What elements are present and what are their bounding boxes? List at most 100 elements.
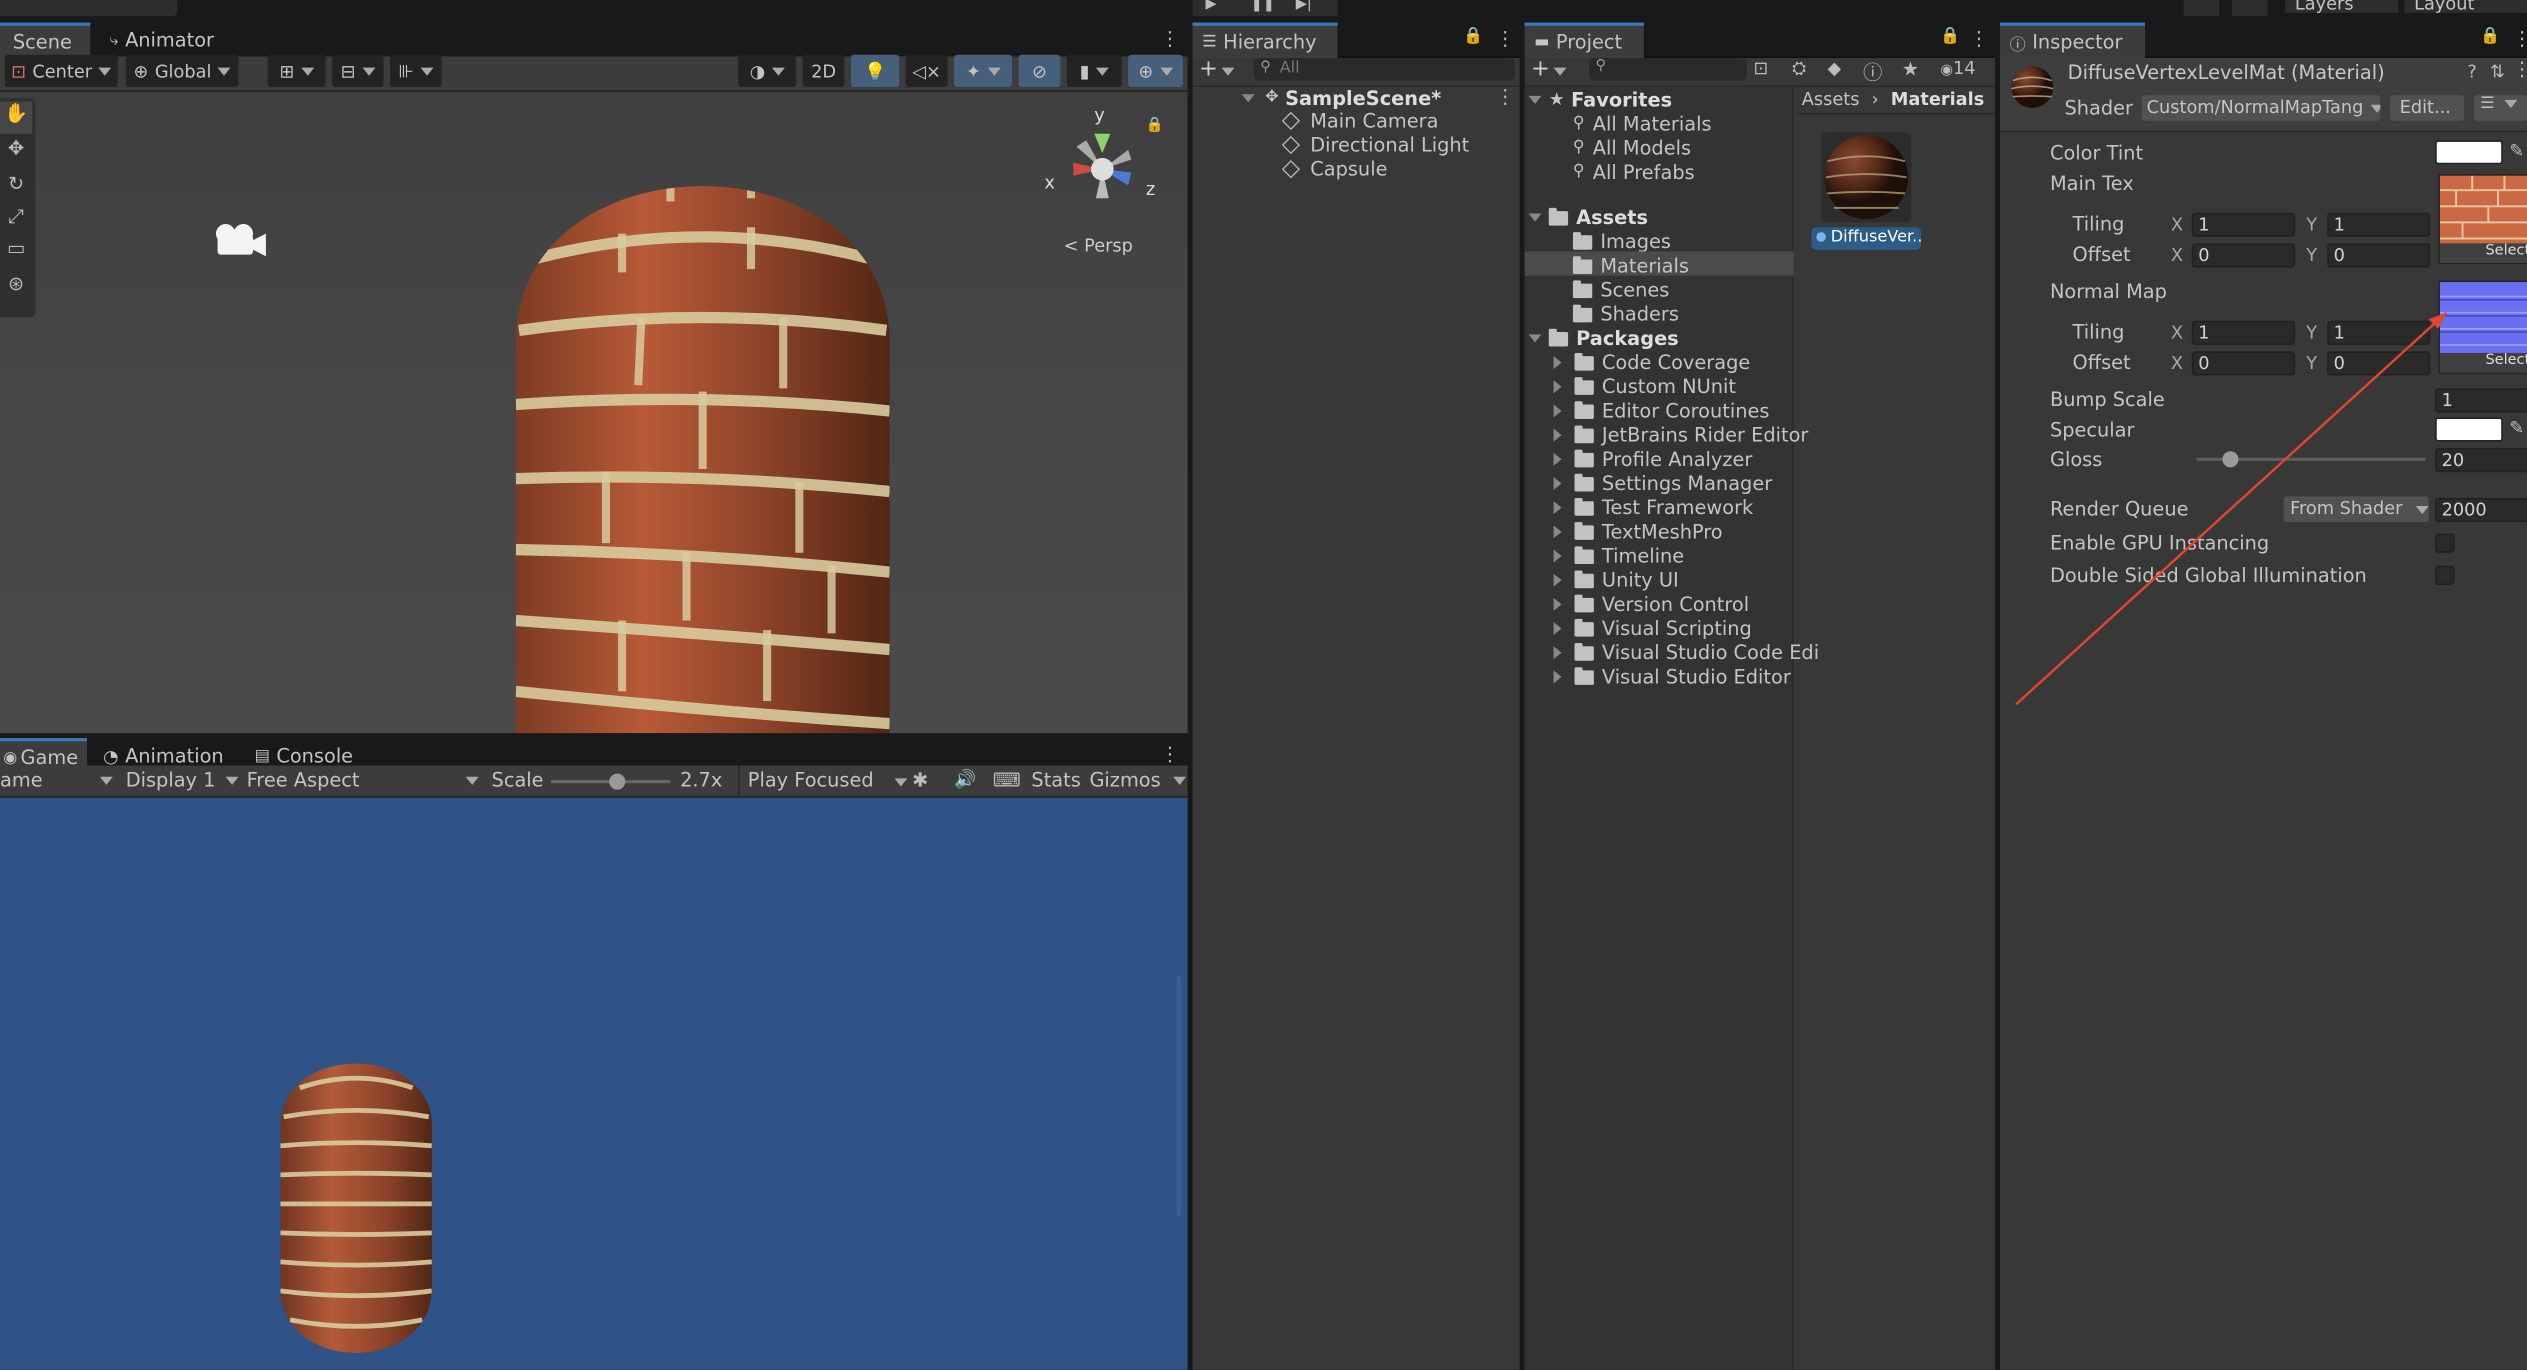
game-view[interactable]: [0, 797, 1188, 1370]
tab-project[interactable]: ▬ Project: [1524, 22, 1644, 59]
favorite-item[interactable]: ⚲ All Models: [1573, 135, 1691, 159]
pivot-dropdown[interactable]: ⊡ Center: [4, 54, 118, 88]
package-item[interactable]: Profile Analyzer: [1553, 446, 1752, 470]
capsule-object[interactable]: [509, 150, 896, 734]
increment-snap-button[interactable]: ⊟: [331, 54, 384, 88]
double-sided-gi-checkbox[interactable]: [2435, 565, 2455, 586]
audio-toggle[interactable]: ◁×: [905, 54, 948, 88]
asset-folder[interactable]: Shaders: [1572, 301, 1679, 325]
hidden-count[interactable]: ◉14: [1940, 58, 1975, 79]
keyboard-icon[interactable]: ⌨: [993, 769, 1021, 792]
nm-offset-y-field[interactable]: 0: [2327, 351, 2431, 376]
game-scrollbar[interactable]: [1176, 975, 1182, 1217]
stats-button[interactable]: Stats: [1031, 769, 1080, 792]
nm-tiling-x-field[interactable]: 1: [2191, 320, 2295, 345]
render-queue-field[interactable]: 2000: [2435, 497, 2527, 523]
material-thumbnail[interactable]: [1821, 132, 1912, 223]
asset-item-label[interactable]: DiffuseVer...: [1811, 227, 1922, 250]
type-filter-icon[interactable]: ⛭: [1792, 58, 1806, 81]
packages-header[interactable]: Packages: [1528, 326, 1679, 350]
hierarchy-item[interactable]: Directional Light: [1281, 132, 1469, 156]
scale-slider[interactable]: [551, 773, 671, 790]
favorite-star-icon[interactable]: ★: [1902, 58, 1919, 81]
asset-folder-materials[interactable]: Materials: [1572, 253, 1689, 277]
info-icon[interactable]: ⓘ: [1863, 58, 1882, 85]
preset-icon[interactable]: ⇅: [2490, 61, 2505, 82]
gloss-slider[interactable]: [2196, 451, 2426, 468]
tiling-x-field[interactable]: 1: [2191, 212, 2295, 237]
bug-icon[interactable]: ✱: [912, 769, 928, 792]
visibility-toggle[interactable]: ⊘: [1018, 54, 1061, 88]
history-icon[interactable]: [2183, 0, 2220, 17]
gizmos-dropdown[interactable]: ⊕: [1128, 54, 1183, 88]
normal-map-select-button[interactable]: Select: [2439, 352, 2527, 373]
gloss-slider-knob[interactable]: [2222, 451, 2239, 468]
rect-tool-icon[interactable]: ▭: [0, 237, 32, 269]
game-view-dropdown[interactable]: ame: [0, 769, 113, 791]
package-item[interactable]: Timeline: [1553, 543, 1684, 567]
gizmo-lock-icon[interactable]: 🔒: [1146, 118, 1164, 134]
gloss-field[interactable]: 20: [2435, 448, 2527, 473]
hand-tool-icon[interactable]: ✋: [0, 101, 33, 134]
package-item[interactable]: Unity UI: [1553, 567, 1679, 591]
audio-icon[interactable]: 🔊: [954, 769, 976, 790]
tab-scene[interactable]: Scene: [0, 22, 91, 59]
nm-tiling-y-field[interactable]: 1: [2327, 320, 2431, 345]
breadcrumb-materials[interactable]: Materials: [1891, 89, 1985, 110]
package-item[interactable]: Settings Manager: [1553, 471, 1772, 495]
package-item[interactable]: Visual Studio Editor: [1553, 664, 1791, 688]
eyedropper-icon[interactable]: ✎: [2509, 417, 2524, 438]
hierarchy-search-input[interactable]: ⚲ All: [1253, 58, 1515, 81]
shader-dropdown[interactable]: Custom/NormalMapTang: [2141, 95, 2381, 121]
transform-tool-icon[interactable]: ⊛: [0, 272, 32, 304]
gpu-instancing-checkbox[interactable]: [2435, 533, 2455, 553]
display-dropdown[interactable]: Display 1: [126, 769, 239, 791]
shader-menu-button[interactable]: ☰: [2473, 95, 2527, 121]
favorites-header[interactable]: ★ Favorites: [1528, 87, 1672, 111]
game-more-icon[interactable]: ⋮: [1160, 743, 1179, 766]
gizmos-button[interactable]: Gizmos: [1089, 769, 1187, 791]
lighting-toggle[interactable]: 💡: [850, 54, 900, 88]
tab-hierarchy[interactable]: ☰ Hierarchy: [1192, 22, 1338, 59]
camera-gizmo-icon[interactable]: [213, 221, 268, 260]
project-add-button[interactable]: +: [1531, 56, 1567, 82]
package-item[interactable]: Visual Scripting: [1553, 616, 1752, 640]
hierarchy-more-icon[interactable]: ⋮: [1496, 27, 1515, 50]
package-item[interactable]: Version Control: [1553, 591, 1749, 615]
normal-map-thumbnail[interactable]: Select: [2438, 280, 2527, 374]
offset-x-field[interactable]: 0: [2191, 243, 2295, 268]
step-icon[interactable]: ▶|: [1296, 0, 1312, 13]
bump-scale-field[interactable]: 1: [2435, 388, 2527, 413]
edit-shader-button[interactable]: Edit...: [2390, 95, 2465, 121]
package-item[interactable]: Editor Coroutines: [1553, 398, 1769, 422]
play-icon[interactable]: ▶: [1205, 0, 1216, 13]
favorite-item[interactable]: ⚲ All Prefabs: [1573, 160, 1695, 184]
asset-folder[interactable]: Images: [1572, 229, 1671, 253]
scale-tool-icon[interactable]: ⤢: [0, 205, 32, 237]
package-item[interactable]: JetBrains Rider Editor: [1553, 422, 1808, 446]
tab-animator[interactable]: ⤷ Animator: [97, 23, 226, 58]
space-dropdown[interactable]: ⊕ Global: [125, 54, 239, 88]
pause-icon[interactable]: ❚❚: [1251, 0, 1275, 13]
package-item[interactable]: TextMeshPro: [1553, 519, 1723, 543]
search-icon[interactable]: [2232, 0, 2268, 17]
breadcrumb-assets[interactable]: Assets: [1802, 89, 1860, 110]
main-tex-thumbnail[interactable]: Select: [2438, 174, 2527, 265]
hierarchy-item[interactable]: Main Camera: [1281, 108, 1438, 132]
play-mode-dropdown[interactable]: Play Focused: [738, 765, 908, 798]
tab-inspector[interactable]: ⓘ Inspector: [1999, 22, 2146, 59]
account-buttons[interactable]: [0, 0, 178, 17]
scene-row[interactable]: ✥ SampleScene*: [1241, 85, 1441, 109]
toggle-2d-button[interactable]: 2D: [802, 54, 845, 88]
project-search-input[interactable]: ⚲: [1589, 58, 1747, 81]
specular-swatch[interactable]: [2435, 417, 2503, 442]
hierarchy-lock-icon[interactable]: 🔒: [1463, 27, 1483, 45]
tiling-y-field[interactable]: 1: [2327, 212, 2431, 237]
effects-toggle[interactable]: ✦: [954, 54, 1013, 88]
scale-slider-knob[interactable]: [608, 773, 625, 790]
package-item[interactable]: Visual Studio Code Edi: [1553, 640, 1819, 664]
scene-more-icon[interactable]: ⋮: [1496, 85, 1515, 108]
package-item[interactable]: Code Coverage: [1553, 350, 1750, 374]
nm-offset-x-field[interactable]: 0: [2191, 351, 2295, 376]
hierarchy-add-button[interactable]: +: [1199, 56, 1235, 82]
